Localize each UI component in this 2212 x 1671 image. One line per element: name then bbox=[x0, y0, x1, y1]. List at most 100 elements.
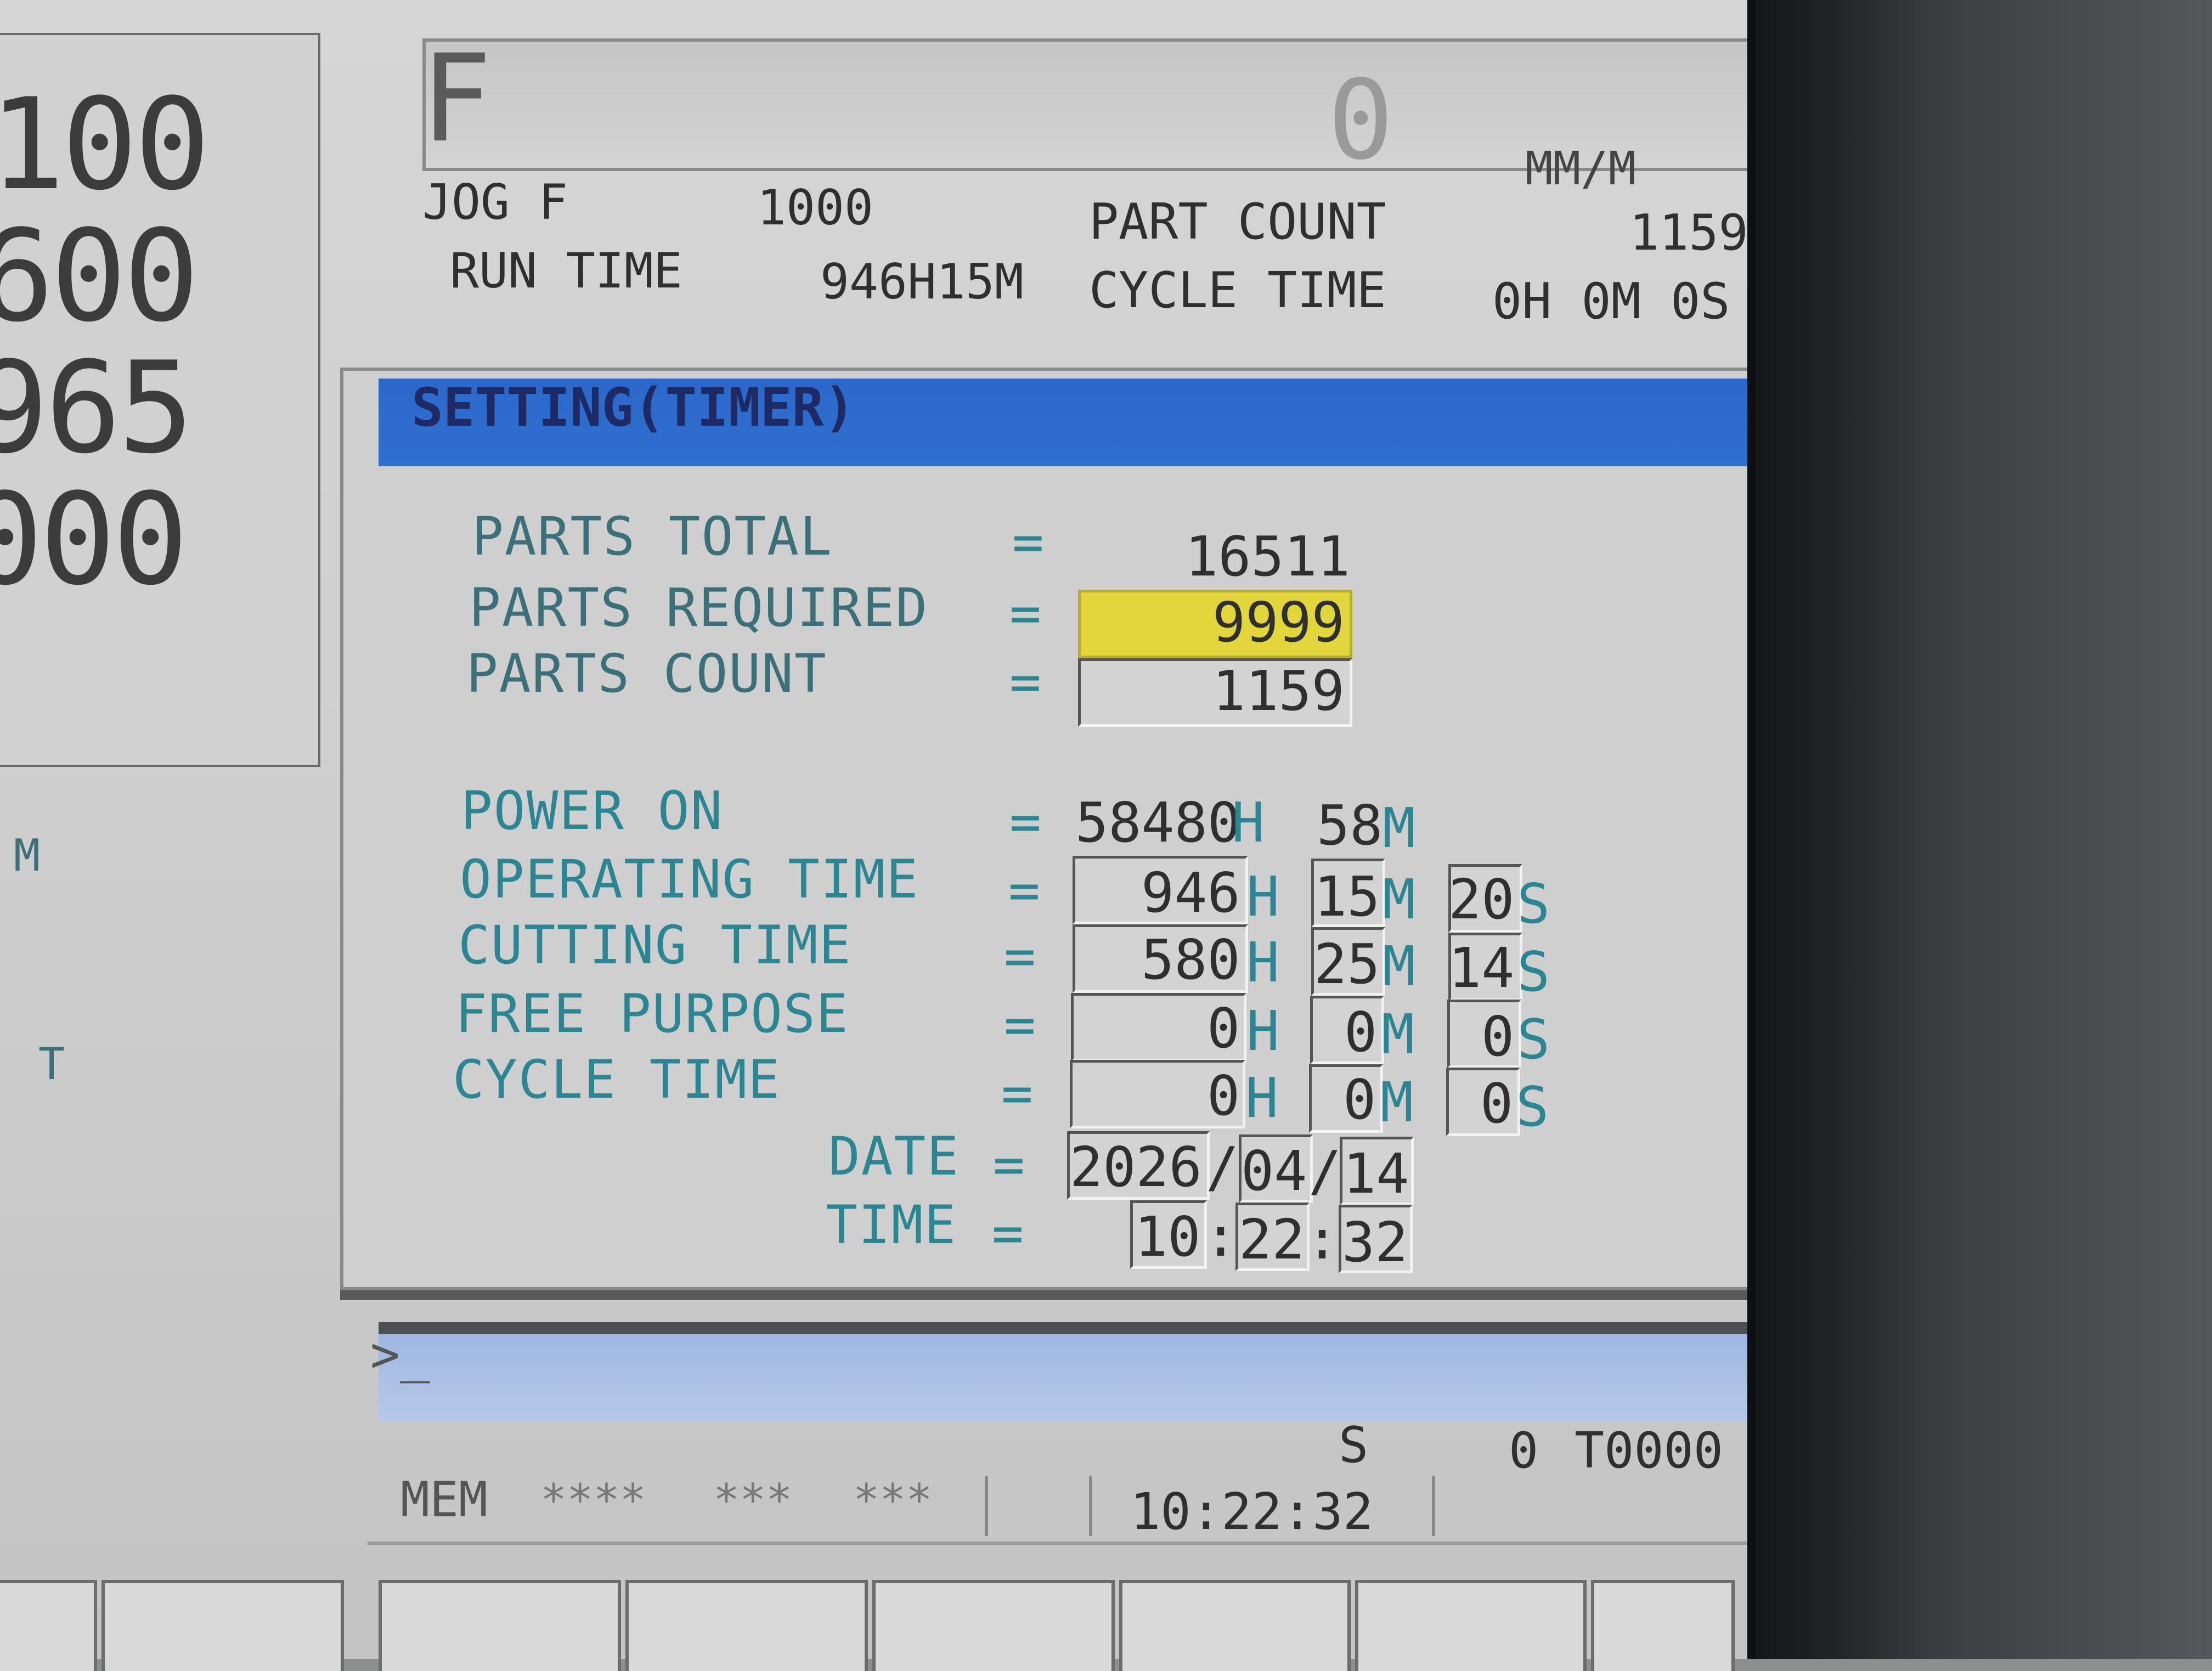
cutting-hours: 580 bbox=[1141, 928, 1240, 992]
time-hour: 10 bbox=[1135, 1205, 1201, 1269]
operating-hours: 946 bbox=[1141, 861, 1240, 925]
free-seconds: 0 bbox=[1481, 1004, 1515, 1069]
parts-count-value: 1159 bbox=[1212, 659, 1345, 723]
date-month: 04 bbox=[1241, 1139, 1307, 1203]
operating-time-label: OPERATING TIME bbox=[460, 849, 919, 910]
power-on-eq: = bbox=[1009, 791, 1041, 853]
operating-seconds: 20 bbox=[1448, 867, 1515, 932]
softkey-5[interactable] bbox=[872, 1580, 1115, 1671]
time-minute: 22 bbox=[1239, 1207, 1305, 1272]
parts-count-label: PARTS COUNT bbox=[466, 643, 827, 704]
free-h-unit: H bbox=[1246, 999, 1280, 1063]
mode-label: MEM bbox=[400, 1471, 488, 1528]
time-eq: = bbox=[992, 1203, 1024, 1264]
feed-unit: MM/M bbox=[1525, 142, 1637, 195]
parts-total-eq: = bbox=[1012, 511, 1044, 573]
time-separator-2: : bbox=[1306, 1207, 1339, 1272]
parts-required-value: 9999 bbox=[1212, 590, 1345, 654]
free-hours: 0 bbox=[1207, 996, 1240, 1060]
position-value-1: 100 bbox=[0, 72, 210, 218]
free-purpose-label: FREE PURPOSE bbox=[455, 983, 849, 1045]
softkey-6[interactable] bbox=[1119, 1580, 1351, 1671]
softkey-8[interactable] bbox=[1591, 1580, 1735, 1671]
header-part-count-value: 1159 bbox=[1629, 204, 1748, 262]
cycle-s-unit: S bbox=[1516, 1075, 1549, 1139]
header-cycle-time-value: 0H 0M 0S bbox=[1492, 273, 1730, 330]
status-stars-2: *** bbox=[713, 1475, 793, 1526]
date-separator-2: / bbox=[1308, 1139, 1342, 1203]
softkey-4[interactable] bbox=[625, 1580, 868, 1671]
axis-label-m: M bbox=[14, 830, 41, 881]
jog-label: JOG F bbox=[422, 174, 568, 230]
cutting-m-unit: M bbox=[1383, 934, 1416, 998]
parts-required-eq: = bbox=[1009, 583, 1041, 644]
cycle-seconds: 0 bbox=[1480, 1071, 1514, 1136]
cutting-time-eq: = bbox=[1004, 925, 1036, 987]
spindle-label: S bbox=[1339, 1416, 1369, 1474]
spindle-value: 0 bbox=[1509, 1422, 1539, 1480]
power-on-h-unit: H bbox=[1232, 791, 1265, 855]
softkey-3[interactable] bbox=[379, 1580, 621, 1671]
date-day: 14 bbox=[1343, 1142, 1409, 1206]
feed-value: 0 bbox=[1328, 57, 1394, 184]
key-in-prompt: >_ bbox=[370, 1326, 430, 1384]
feed-letter: F bbox=[422, 29, 492, 169]
key-in-line[interactable] bbox=[379, 1322, 1756, 1422]
status-clock: 10:22:32 bbox=[1130, 1482, 1374, 1541]
time-separator-1: : bbox=[1204, 1205, 1238, 1269]
power-on-m-unit: M bbox=[1383, 796, 1416, 860]
cycle-time-eq: = bbox=[1001, 1063, 1033, 1124]
cycle-h-unit: H bbox=[1245, 1066, 1279, 1130]
status-stars-1: **** bbox=[540, 1475, 646, 1526]
cycle-minutes: 0 bbox=[1343, 1068, 1376, 1132]
monitor-bezel bbox=[1756, 0, 2212, 1659]
date-eq: = bbox=[993, 1134, 1025, 1195]
free-minutes: 0 bbox=[1344, 1000, 1378, 1064]
time-second: 32 bbox=[1342, 1210, 1408, 1274]
position-value-3: 965 bbox=[0, 335, 194, 482]
cutting-s-unit: S bbox=[1517, 940, 1550, 1004]
axis-label-t: T bbox=[38, 1038, 65, 1089]
power-on-minutes: 58 bbox=[1317, 793, 1383, 857]
parts-total-label: PARTS TOTAL bbox=[472, 506, 833, 567]
time-label: TIME bbox=[826, 1194, 957, 1256]
softkey-2[interactable] bbox=[101, 1580, 344, 1671]
parts-count-eq: = bbox=[1009, 651, 1041, 713]
softkey-7[interactable] bbox=[1355, 1580, 1587, 1671]
operating-s-unit: S bbox=[1517, 872, 1550, 936]
jog-value: 1000 bbox=[757, 179, 873, 236]
cutting-time-label: CUTTING TIME bbox=[458, 914, 852, 976]
cycle-time-label: CYCLE TIME bbox=[1089, 262, 1386, 319]
free-s-unit: S bbox=[1517, 1007, 1550, 1071]
part-count-label: PART COUNT bbox=[1089, 193, 1386, 251]
cycle-hours: 0 bbox=[1207, 1064, 1240, 1128]
operating-minutes: 15 bbox=[1314, 865, 1380, 929]
parts-total-value: 16511 bbox=[1185, 524, 1351, 589]
run-time-value: 946H15M bbox=[820, 253, 1024, 310]
softkey-1[interactable] bbox=[0, 1580, 97, 1671]
cutting-minutes: 25 bbox=[1314, 932, 1380, 996]
status-stars-3: *** bbox=[853, 1475, 933, 1526]
free-m-unit: M bbox=[1381, 1002, 1415, 1066]
cycle-time-row-label: CYCLE TIME bbox=[453, 1049, 781, 1110]
setting-title: SETTING(TIMER) bbox=[411, 377, 856, 438]
cutting-seconds: 14 bbox=[1448, 936, 1515, 1000]
cycle-m-unit: M bbox=[1380, 1070, 1414, 1134]
position-value-2: 600 bbox=[0, 204, 199, 350]
status-divider-3 bbox=[1432, 1476, 1435, 1536]
power-on-hours: 58480 bbox=[1075, 791, 1241, 855]
date-separator-1: / bbox=[1206, 1135, 1239, 1199]
date-label: DATE bbox=[828, 1126, 960, 1187]
date-year: 2026 bbox=[1070, 1135, 1202, 1199]
cnc-screen: 100 600 965 000 M T F 0 MM/M JOG F 1000 … bbox=[0, 0, 1759, 1671]
parts-required-label: PARTS REQUIRED bbox=[469, 577, 929, 639]
free-purpose-eq: = bbox=[1004, 994, 1036, 1055]
power-on-label: POWER ON bbox=[461, 780, 724, 842]
operating-m-unit: M bbox=[1383, 867, 1416, 932]
cutting-h-unit: H bbox=[1246, 930, 1280, 995]
status-divider-2 bbox=[1089, 1476, 1092, 1536]
status-divider-1 bbox=[985, 1476, 988, 1536]
operating-h-unit: H bbox=[1246, 865, 1280, 929]
tool-number: T0000 bbox=[1575, 1422, 1723, 1480]
operating-time-eq: = bbox=[1008, 860, 1040, 921]
